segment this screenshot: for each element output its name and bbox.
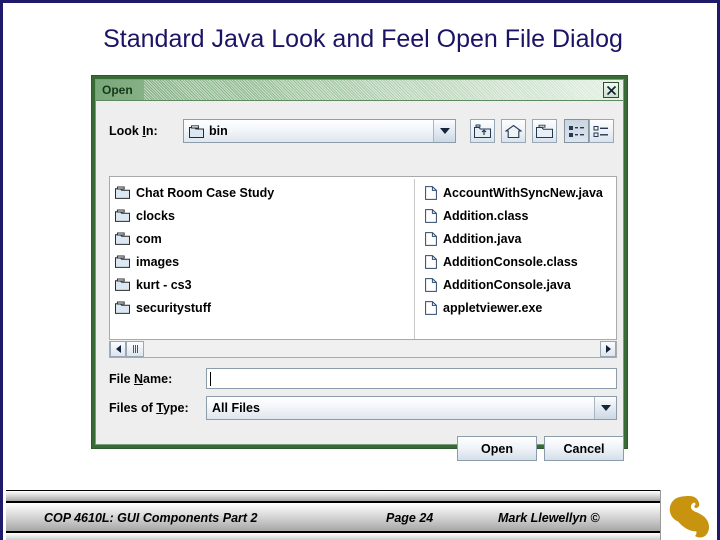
- list-item[interactable]: securitystuff: [115, 296, 415, 319]
- open-file-dialog: Open Look In: bin Chat Room Case Study c…: [91, 75, 628, 461]
- scroll-right-button[interactable]: [600, 341, 616, 357]
- grip-line: [134, 345, 136, 353]
- file-list[interactable]: Chat Room Case Study clocks com images kurt …: [109, 176, 617, 340]
- lookin-row: Look In: bin: [109, 119, 617, 144]
- filetype-row: Files of Type: All Files: [109, 396, 617, 420]
- list-item[interactable]: AdditionConsole.class: [425, 250, 615, 273]
- file-icon: [425, 277, 437, 292]
- list-item[interactable]: Chat Room Case Study: [115, 181, 415, 204]
- folder-icon: [115, 278, 130, 291]
- lookin-dropdown-button[interactable]: [433, 120, 455, 142]
- grip-line: [132, 345, 134, 353]
- scroll-left-button[interactable]: [110, 341, 126, 357]
- filetype-combobox[interactable]: All Files: [206, 396, 617, 420]
- list-item-label: Chat Room Case Study: [136, 185, 275, 200]
- pegasus-logo: [660, 490, 717, 540]
- list-item-label: Addition.class: [443, 208, 529, 223]
- arrow-right-icon: [605, 345, 611, 353]
- list-item-label: AdditionConsole.class: [443, 254, 578, 269]
- file-icon: [425, 300, 437, 315]
- home-icon: [505, 124, 522, 138]
- lookin-value: bin: [209, 124, 228, 138]
- arrow-left-icon: [115, 345, 121, 353]
- footer-band-top: [6, 490, 717, 502]
- footer-band-middle: COP 4610L: GUI Components Part 2 Page 24…: [6, 502, 717, 532]
- slide-footer: COP 4610L: GUI Components Part 2 Page 24…: [3, 490, 717, 540]
- folder-icon: [115, 209, 130, 222]
- list-item[interactable]: clocks: [115, 204, 415, 227]
- horizontal-scrollbar[interactable]: [109, 341, 617, 358]
- filename-input[interactable]: [206, 368, 617, 389]
- dialog-inner: Open Look In: bin Chat Room Case Study c…: [95, 79, 624, 461]
- folder-icon: [115, 255, 130, 268]
- chevron-down-icon: [439, 128, 450, 134]
- list-view-button[interactable]: [564, 119, 589, 143]
- file-icon: [425, 185, 437, 200]
- slide: Standard Java Look and Feel Open File Di…: [0, 0, 720, 540]
- page-title: Standard Java Look and Feel Open File Di…: [103, 25, 623, 53]
- list-item-label: AccountWithSyncNew.java: [443, 185, 603, 200]
- list-item[interactable]: Addition.class: [425, 204, 615, 227]
- list-item-label: com: [136, 231, 162, 246]
- footer-page-number: Page 24: [386, 511, 434, 525]
- up-folder-icon: [474, 124, 491, 138]
- grip-line: [136, 345, 138, 353]
- filetype-dropdown-button[interactable]: [594, 397, 616, 419]
- new-folder-icon: [536, 124, 553, 138]
- cancel-button[interactable]: Cancel: [544, 436, 624, 461]
- folder-icon: [115, 232, 130, 245]
- lookin-combobox[interactable]: bin: [183, 119, 456, 143]
- filename-label: File Name:: [109, 372, 173, 386]
- list-item-label: kurt - cs3: [136, 277, 192, 292]
- list-item[interactable]: images: [115, 250, 415, 273]
- dialog-body: Look In: bin Chat Room Case Study clocks…: [96, 102, 624, 461]
- folder-icon: [115, 301, 130, 314]
- scrollbar-track[interactable]: [126, 341, 600, 357]
- list-item-label: securitystuff: [136, 300, 212, 315]
- list-item-label: AdditionConsole.java: [443, 277, 571, 292]
- dialog-titlebar[interactable]: Open: [96, 80, 623, 101]
- home-button[interactable]: [501, 119, 526, 143]
- up-one-level-button[interactable]: [470, 119, 495, 143]
- close-button[interactable]: [603, 82, 619, 98]
- file-icon: [425, 208, 437, 223]
- dialog-title: Open: [102, 83, 133, 97]
- list-view-icon: [569, 125, 584, 137]
- chevron-down-icon: [600, 405, 611, 411]
- list-item-label: images: [136, 254, 180, 269]
- list-item-label: clocks: [136, 208, 175, 223]
- open-button[interactable]: Open: [457, 436, 537, 461]
- list-item-label: appletviewer.exe: [443, 300, 543, 315]
- scrollbar-thumb[interactable]: [126, 341, 144, 357]
- list-item[interactable]: appletviewer.exe: [425, 296, 615, 319]
- list-item[interactable]: com: [115, 227, 415, 250]
- filetype-label: Files of Type:: [109, 401, 189, 415]
- list-item[interactable]: AccountWithSyncNew.java: [425, 181, 615, 204]
- lookin-label: Look In:: [109, 124, 158, 138]
- footer-band-bottom: [6, 532, 717, 540]
- list-item[interactable]: Addition.java: [425, 227, 615, 250]
- details-view-icon: [593, 125, 608, 137]
- filetype-value: All Files: [212, 401, 260, 415]
- file-list-column-2: AccountWithSyncNew.java Addition.class Add…: [425, 181, 615, 319]
- footer-course: COP 4610L: GUI Components Part 2: [44, 511, 258, 525]
- file-icon: [425, 254, 437, 269]
- list-item[interactable]: AdditionConsole.java: [425, 273, 615, 296]
- folder-icon: [115, 186, 130, 199]
- file-list-column-1: Chat Room Case Study clocks com images kurt …: [115, 181, 415, 319]
- text-caret: [210, 372, 211, 386]
- details-view-button[interactable]: [589, 119, 614, 143]
- close-x-icon: [606, 85, 616, 95]
- filename-row: File Name:: [109, 368, 617, 390]
- file-icon: [425, 231, 437, 246]
- list-item-label: Addition.java: [443, 231, 522, 246]
- new-folder-button[interactable]: [532, 119, 557, 143]
- folder-icon: [189, 124, 204, 138]
- list-item[interactable]: kurt - cs3: [115, 273, 415, 296]
- pegasus-logo-icon: [669, 495, 709, 537]
- footer-author: Mark Llewellyn ©: [498, 511, 600, 525]
